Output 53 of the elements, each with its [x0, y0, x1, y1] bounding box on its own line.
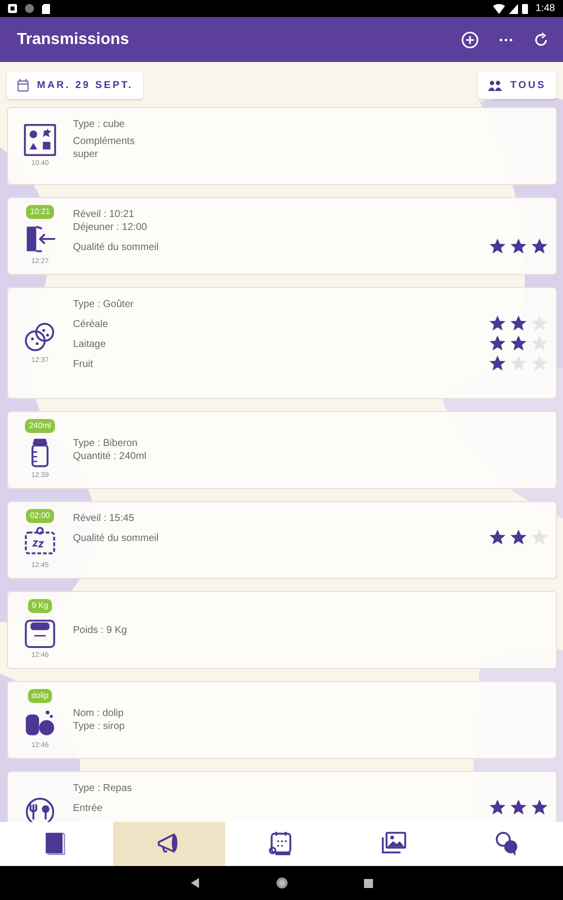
entry-text: Fruit [73, 358, 93, 371]
star-icon [510, 238, 527, 254]
star-icon [489, 315, 506, 331]
value-badge: dolip [28, 688, 52, 703]
entry-text: Poids : 9 Kg [73, 624, 127, 636]
app-title: Transmissions [17, 30, 130, 50]
value-badge: 02:00 [26, 508, 54, 523]
recents-icon[interactable] [364, 878, 373, 888]
signal-icon [508, 4, 518, 14]
value-badge: 9 Kg [28, 598, 52, 613]
filter-button[interactable]: TOUS [478, 72, 556, 99]
star-icon [531, 238, 548, 254]
entry-text: Entrée [73, 802, 102, 815]
star-icon [510, 315, 527, 331]
entry-text: Laitage [73, 338, 106, 351]
star-icon [489, 335, 506, 351]
group-icon [488, 80, 502, 91]
calendar-icon [17, 79, 29, 92]
star-icon [489, 238, 506, 254]
entry-text: Réveil : 10:21 Déjeuner : 12:00 [73, 208, 147, 234]
empty-star-icon [531, 355, 548, 371]
back-icon[interactable] [190, 878, 200, 888]
entry-text: Céréale [73, 318, 108, 331]
add-icon[interactable] [461, 30, 479, 48]
star-icon [489, 799, 506, 815]
refresh-icon[interactable] [533, 30, 549, 48]
clock-time: 1:48 [536, 2, 555, 16]
star-icon [510, 799, 527, 815]
star-icon [531, 799, 548, 815]
star-icon [510, 529, 527, 545]
wifi-icon [492, 4, 505, 14]
date-button[interactable]: MAR. 29 SEPT. [7, 72, 144, 99]
value-badge: 10:21 [26, 204, 54, 219]
sd-card-icon [42, 4, 50, 14]
entry-text: Qualité du sommeil [73, 532, 159, 545]
entry-text: Type : Goûter [73, 298, 134, 311]
blocks-icon [23, 122, 57, 157]
entry-text: Nom : dolip Type : sirop [73, 707, 125, 733]
star-icon [489, 529, 506, 545]
empty-star-icon [510, 355, 527, 371]
entry-text: Compléments super [73, 135, 135, 161]
entry-text: Type : cube [73, 118, 125, 131]
star-icon [510, 335, 527, 351]
nav-tab[interactable] [112, 822, 226, 866]
empty-star-icon [531, 529, 548, 545]
entry-text: Réveil : 15:45 [73, 512, 134, 525]
home-icon[interactable] [276, 877, 288, 889]
value-badge: 240ml [25, 418, 55, 433]
star-icon [489, 355, 506, 371]
entry-text: Qualité du sommeil [73, 241, 159, 254]
battery-icon [522, 3, 528, 14]
entry-text: Type : Biberon Quantité : 240ml [73, 437, 146, 463]
entry-text: Type : Repas [73, 782, 132, 795]
